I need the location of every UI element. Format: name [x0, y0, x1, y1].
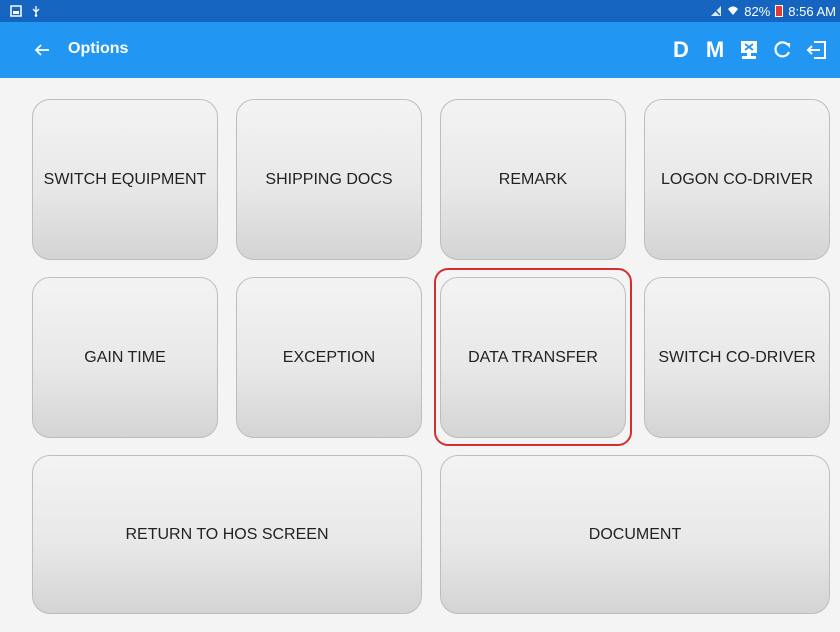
clock: 8:56 AM [788, 3, 836, 19]
exception-label: EXCEPTION [282, 348, 376, 366]
wifi-icon [728, 6, 739, 15]
logout-icon [806, 41, 826, 59]
document-button[interactable]: DOCUMENT [440, 455, 830, 614]
monitor-button[interactable] [734, 32, 764, 68]
refresh-icon [774, 41, 791, 58]
switch-equipment-button[interactable]: SWITCH EQUIPMENT [32, 99, 218, 260]
refresh-button[interactable] [768, 32, 798, 68]
page-title: Options [68, 40, 129, 57]
gain-time-button[interactable]: GAIN TIME [32, 277, 218, 438]
return-to-hos-screen-button[interactable]: RETURN TO HOS SCREEN [32, 455, 422, 614]
monitor-icon [741, 41, 757, 59]
driver-m-button[interactable]: M [700, 32, 730, 68]
document-label: DOCUMENT [588, 525, 682, 543]
driver-d-button[interactable]: D [666, 32, 696, 68]
logon-co-driver-button[interactable]: LOGON CO-DRIVER [644, 99, 830, 260]
m-label: M [705, 37, 725, 62]
logon-co-driver-label: LOGON CO-DRIVER [660, 170, 813, 188]
arrow-left-icon [34, 44, 49, 56]
app-bar: Options D M [0, 22, 840, 78]
toolbar-actions: D M [662, 32, 832, 68]
return-to-hos-screen-label: RETURN TO HOS SCREEN [125, 525, 329, 543]
data-transfer-label: DATA TRANSFER [468, 348, 598, 366]
switch-co-driver-button[interactable]: SWITCH CO-DRIVER [644, 277, 830, 438]
back-button[interactable] [28, 36, 56, 64]
shipping-docs-button[interactable]: SHIPPING DOCS [236, 99, 422, 260]
battery-icon [775, 5, 784, 17]
remark-label: REMARK [498, 170, 568, 188]
gain-time-label: GAIN TIME [84, 348, 166, 366]
switch-equipment-label: SWITCH EQUIPMENT [43, 170, 207, 188]
signal-off-icon [711, 6, 722, 16]
d-label: D [673, 37, 689, 62]
status-bar: 82% 8:56 AM [0, 0, 840, 22]
logout-button[interactable] [802, 32, 832, 68]
remark-button[interactable]: REMARK [440, 99, 626, 260]
battery-percent: 82% [744, 3, 771, 19]
exception-button[interactable]: EXCEPTION [236, 277, 422, 438]
usb-icon [32, 6, 40, 17]
screenshot-icon [10, 5, 22, 17]
switch-co-driver-label: SWITCH CO-DRIVER [658, 348, 816, 366]
shipping-docs-label: SHIPPING DOCS [265, 170, 393, 188]
data-transfer-button[interactable]: DATA TRANSFER [440, 277, 626, 438]
